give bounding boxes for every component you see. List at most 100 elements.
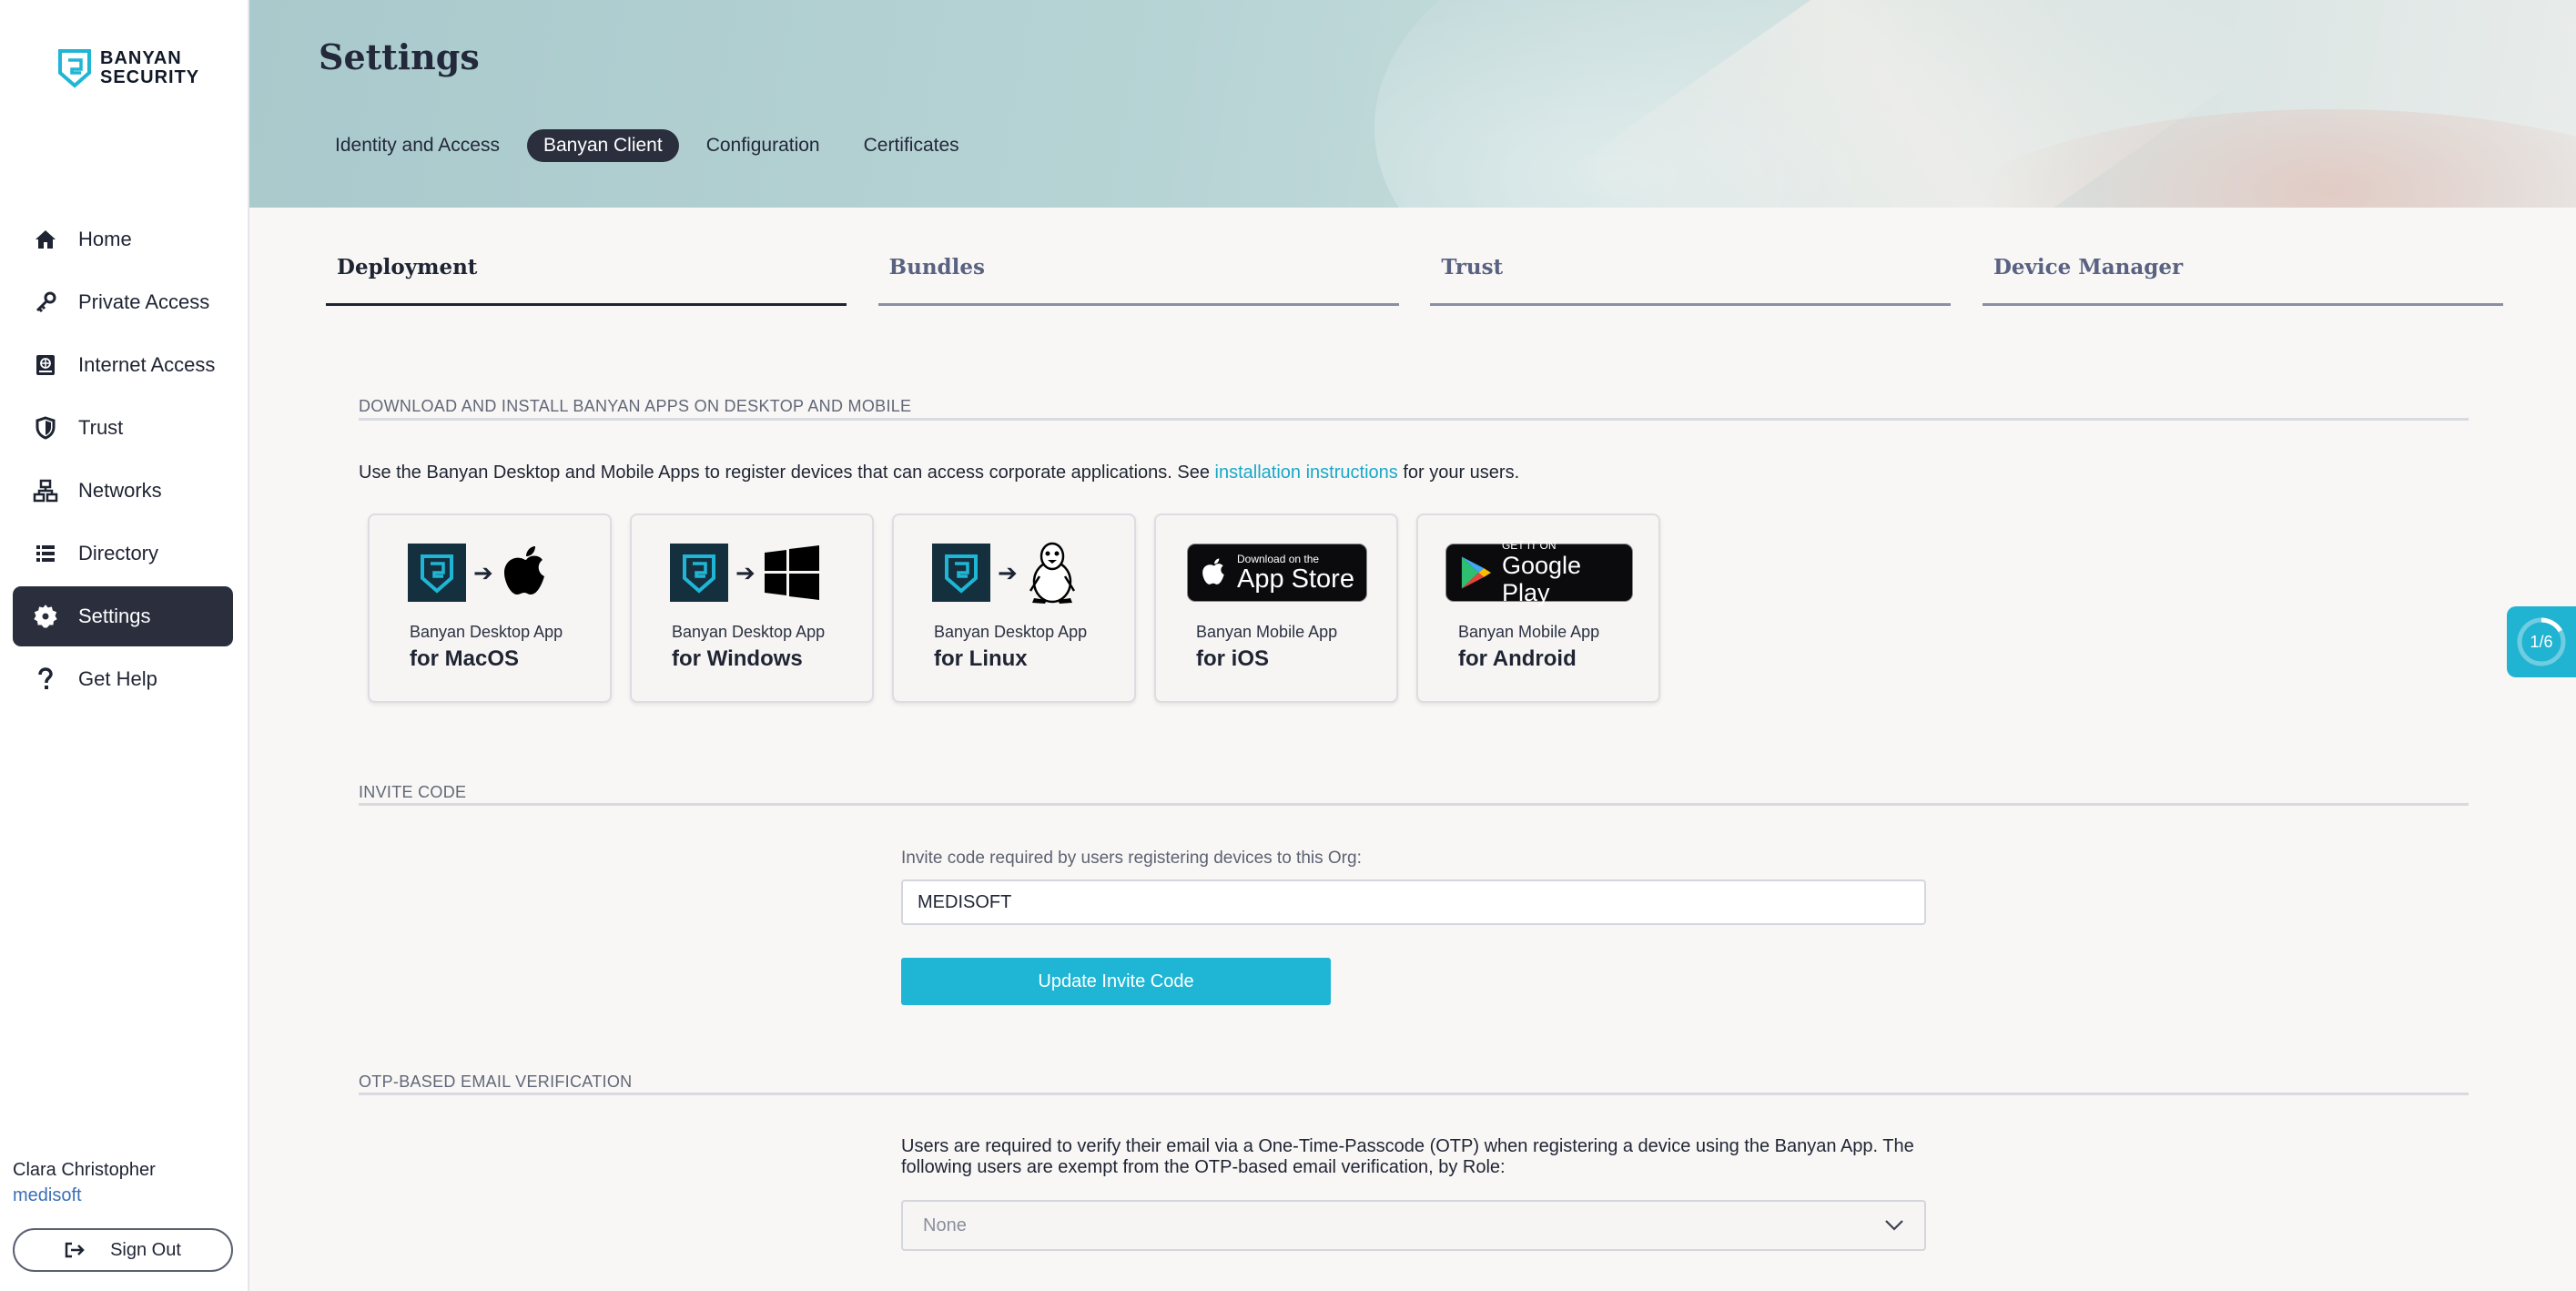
subtab-trust[interactable]: Trust bbox=[1430, 251, 1952, 306]
sidebar-item-label: Get Help bbox=[78, 667, 157, 690]
select-value: None bbox=[923, 1215, 967, 1235]
sidebar-item-settings[interactable]: Settings bbox=[13, 586, 233, 646]
tab-identity-and-access[interactable]: Identity and Access bbox=[319, 129, 516, 162]
page-title: Settings bbox=[319, 36, 480, 77]
app-card-macos[interactable]: ➔ Banyan Desktop App for MacOS bbox=[368, 513, 612, 703]
invite-section-heading: INVITE CODE bbox=[359, 783, 467, 801]
sidebar-item-private-access[interactable]: Private Access bbox=[13, 272, 233, 332]
app-card-android[interactable]: GET IT ON Google Play Banyan Mobile App … bbox=[1416, 513, 1660, 703]
client-sub-tabs: Deployment Bundles Trust Device Manager bbox=[326, 251, 2503, 306]
banyan-app-icon bbox=[670, 544, 728, 602]
app-card-art: ➔ bbox=[932, 542, 1080, 604]
arrow-icon: ➔ bbox=[735, 558, 756, 586]
subtab-device-manager[interactable]: Device Manager bbox=[1982, 251, 2503, 306]
arrow-icon: ➔ bbox=[473, 558, 493, 586]
page-header: Settings Identity and Access Banyan Clie… bbox=[249, 0, 2576, 208]
banyan-logo[interactable]: BANYAN SECURITY bbox=[56, 47, 199, 89]
sidebar-item-home[interactable]: Home bbox=[13, 209, 233, 269]
user-org[interactable]: medisoft bbox=[13, 1185, 82, 1206]
banyan-shield-logo-icon bbox=[58, 49, 91, 88]
linux-tux-icon bbox=[1029, 542, 1075, 604]
app-card-platform: for Android bbox=[1458, 646, 1577, 671]
google-play-badge: GET IT ON Google Play bbox=[1445, 539, 1633, 606]
badge-small-text: GET IT ON bbox=[1501, 538, 1557, 552]
network-icon bbox=[33, 478, 58, 503]
windows-logo-icon bbox=[764, 545, 819, 600]
gear-icon bbox=[33, 604, 58, 629]
otp-description: Users are required to verify their email… bbox=[901, 1136, 1914, 1177]
installation-instructions-link[interactable]: installation instructions bbox=[1215, 463, 1398, 483]
app-download-cards: ➔ Banyan Desktop App for MacOS ➔ Banyan … bbox=[368, 513, 1678, 703]
sign-out-icon bbox=[65, 1242, 85, 1258]
question-icon bbox=[33, 666, 58, 692]
app-card-art: ➔ bbox=[408, 543, 552, 603]
chevron-down-icon bbox=[1885, 1220, 1903, 1231]
badge-small-text: Download on the bbox=[1237, 552, 1320, 565]
sidebar: BANYAN SECURITY Home Private Access Inte… bbox=[0, 0, 249, 1291]
app-store-badge: Download on the App Store bbox=[1187, 544, 1367, 602]
banyan-app-icon bbox=[932, 544, 990, 602]
shield-icon bbox=[33, 415, 58, 441]
arrow-icon: ➔ bbox=[998, 558, 1018, 586]
invite-code-input[interactable]: MEDISOFT bbox=[901, 879, 1926, 925]
subtab-bundles[interactable]: Bundles bbox=[877, 251, 1399, 306]
settings-tabs: Identity and Access Banyan Client Config… bbox=[319, 129, 987, 162]
sidebar-item-internet-access[interactable]: Internet Access bbox=[13, 335, 233, 395]
app-card-windows[interactable]: ➔ Banyan Desktop App for Windows bbox=[630, 513, 874, 703]
app-card-caption: Banyan Mobile App bbox=[1196, 623, 1338, 641]
sidebar-item-trust[interactable]: Trust bbox=[13, 398, 233, 458]
onboarding-progress-widget[interactable]: 1/6 bbox=[2507, 606, 2576, 677]
sign-out-label: Sign Out bbox=[110, 1239, 181, 1260]
sidebar-item-label: Trust bbox=[78, 416, 124, 439]
sidebar-item-label: Internet Access bbox=[78, 353, 216, 376]
description-text: Use the Banyan Desktop and Mobile Apps t… bbox=[359, 463, 1215, 483]
update-invite-code-button[interactable]: Update Invite Code bbox=[901, 958, 1331, 1005]
sidebar-item-label: Home bbox=[78, 228, 132, 250]
app-card-art: ➔ bbox=[670, 543, 821, 603]
sidebar-item-label: Directory bbox=[78, 542, 159, 564]
app-card-caption: Banyan Desktop App bbox=[672, 623, 826, 641]
tab-certificates[interactable]: Certificates bbox=[847, 129, 976, 162]
section-divider bbox=[359, 418, 2469, 421]
globe-book-icon bbox=[33, 352, 58, 378]
app-card-platform: for iOS bbox=[1196, 646, 1270, 671]
app-card-platform: for Windows bbox=[672, 646, 803, 671]
badge-big-text: Google Play bbox=[1501, 551, 1582, 606]
sidebar-nav: Home Private Access Internet Access Trus… bbox=[13, 209, 233, 712]
key-icon bbox=[33, 290, 58, 315]
otp-exempt-roles-select[interactable]: None bbox=[901, 1200, 1926, 1251]
app-card-art: GET IT ON Google Play bbox=[1445, 539, 1633, 606]
sidebar-item-get-help[interactable]: Get Help bbox=[13, 649, 233, 709]
section-divider bbox=[359, 803, 2469, 806]
download-description: Use the Banyan Desktop and Mobile Apps t… bbox=[359, 463, 1519, 483]
app-card-platform: for MacOS bbox=[410, 646, 520, 671]
tab-banyan-client[interactable]: Banyan Client bbox=[526, 129, 679, 162]
invite-code-caption: Invite code required by users registerin… bbox=[901, 849, 1362, 868]
sidebar-item-label: Settings bbox=[78, 605, 151, 627]
apple-logo-icon bbox=[503, 546, 544, 595]
app-card-caption: Banyan Desktop App bbox=[934, 623, 1088, 641]
subtab-deployment[interactable]: Deployment bbox=[326, 251, 847, 306]
description-text: for your users. bbox=[1397, 463, 1520, 483]
apple-logo-icon bbox=[1202, 558, 1224, 585]
sidebar-item-networks[interactable]: Networks bbox=[13, 461, 233, 521]
sign-out-button[interactable]: Sign Out bbox=[13, 1228, 233, 1272]
google-play-icon bbox=[1461, 556, 1492, 589]
app-card-linux[interactable]: ➔ Banyan Desktop App for Linux bbox=[892, 513, 1136, 703]
app-card-art: Download on the App Store bbox=[1187, 543, 1367, 603]
sidebar-item-label: Networks bbox=[78, 479, 162, 502]
tab-configuration[interactable]: Configuration bbox=[690, 129, 837, 162]
progress-ring: 1/6 bbox=[2515, 615, 2568, 668]
sidebar-item-directory[interactable]: Directory bbox=[13, 524, 233, 584]
user-name: Clara Christopher bbox=[13, 1160, 156, 1180]
download-section-heading: DOWNLOAD AND INSTALL BANYAN APPS ON DESK… bbox=[359, 397, 912, 415]
home-icon bbox=[33, 227, 58, 252]
section-divider bbox=[359, 1093, 2469, 1095]
app-card-caption: Banyan Desktop App bbox=[410, 623, 563, 641]
badge-big-text: App Store bbox=[1237, 564, 1354, 594]
app-card-platform: for Linux bbox=[934, 646, 1028, 671]
banyan-app-icon bbox=[408, 544, 466, 602]
app-card-ios[interactable]: Download on the App Store Banyan Mobile … bbox=[1154, 513, 1398, 703]
otp-section-heading: OTP-BASED EMAIL VERIFICATION bbox=[359, 1072, 633, 1091]
list-icon bbox=[33, 541, 58, 566]
